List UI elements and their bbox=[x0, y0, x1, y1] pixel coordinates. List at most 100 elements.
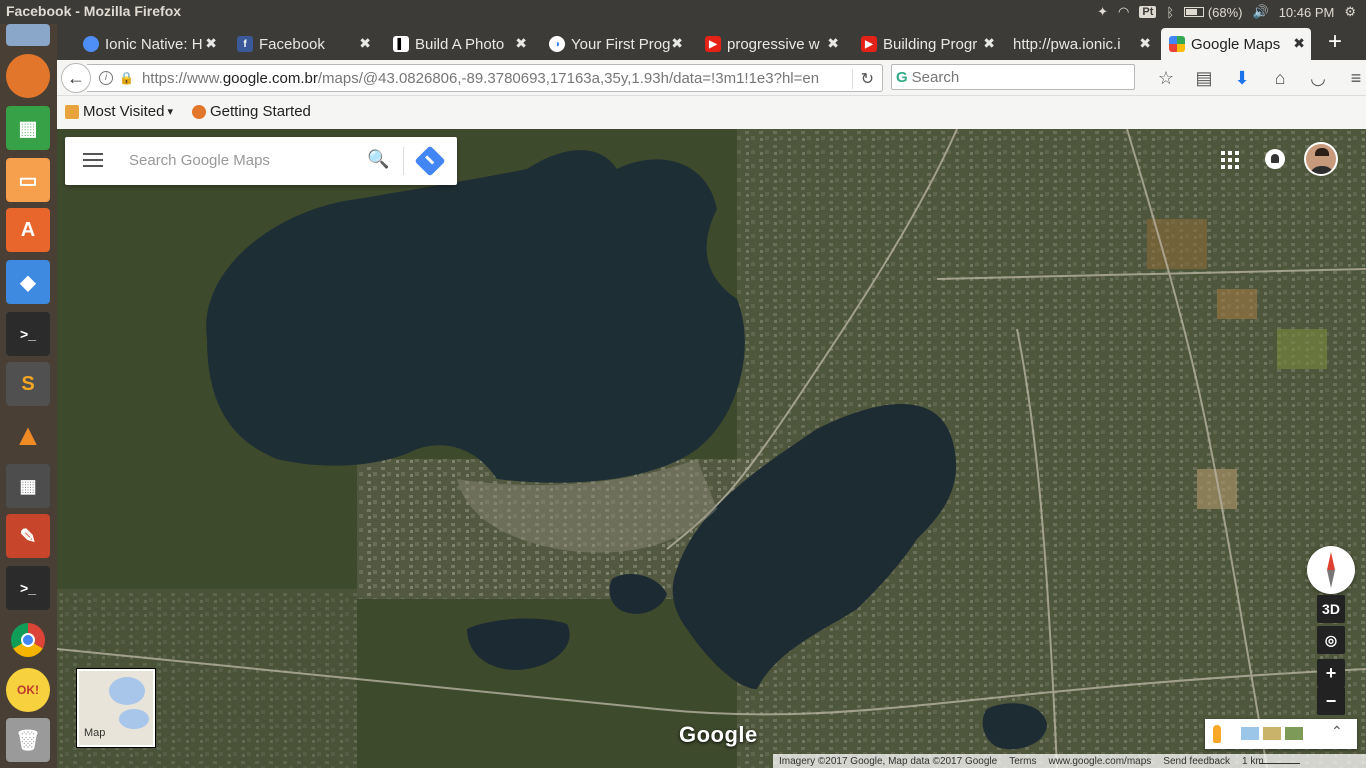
google-dev-icon: ◑ bbox=[549, 36, 565, 52]
close-icon[interactable]: ✖ bbox=[827, 35, 839, 52]
site-link[interactable]: www.google.com/maps bbox=[1048, 756, 1151, 767]
bookmark-star-icon[interactable]: ☆ bbox=[1147, 66, 1185, 90]
firefox-icon[interactable] bbox=[6, 54, 50, 98]
youtube-icon: ▶ bbox=[861, 36, 877, 52]
dropbox-tray-icon[interactable]: ✦ bbox=[1097, 4, 1108, 20]
google-maps-icon bbox=[1169, 36, 1185, 52]
trash-icon[interactable]: 🗑 bbox=[6, 718, 50, 762]
layer-thumbnail[interactable] bbox=[1285, 727, 1303, 740]
google-logo: Google bbox=[679, 722, 758, 747]
reading-list-icon[interactable]: ▤ bbox=[1185, 66, 1223, 90]
youtube-icon: ▶ bbox=[705, 36, 721, 52]
volume-icon[interactable]: 🔊 bbox=[1253, 4, 1269, 20]
my-location-button[interactable]: ◎ bbox=[1317, 626, 1345, 654]
info-icon[interactable]: i bbox=[99, 71, 113, 85]
bookmark-label: Most Visited bbox=[83, 103, 165, 120]
tab-ionic-native[interactable]: Ionic Native: H ✖ bbox=[75, 28, 223, 60]
tab-building-progr[interactable]: ▶ Building Progr ✖ bbox=[853, 28, 1001, 60]
dropbox-icon[interactable]: ◆ bbox=[6, 260, 50, 304]
scale-label: 1 km bbox=[1242, 755, 1264, 767]
close-icon[interactable]: ✖ bbox=[205, 35, 217, 52]
tab-bar: Ionic Native: H ✖ f Facebook ✖ ▌ Build A… bbox=[57, 24, 1366, 60]
tab-build-a-photo[interactable]: ▌ Build A Photo ✖ bbox=[385, 28, 533, 60]
send-feedback-link[interactable]: Send feedback bbox=[1163, 756, 1230, 767]
compass-icon[interactable] bbox=[1307, 546, 1355, 594]
notifications-bell-icon[interactable] bbox=[1265, 149, 1285, 169]
download-icon[interactable]: ⬇ bbox=[1223, 66, 1261, 90]
close-icon[interactable]: ✖ bbox=[359, 35, 371, 52]
close-icon[interactable]: ✖ bbox=[1293, 35, 1305, 52]
pegman-icon[interactable] bbox=[1213, 725, 1221, 743]
zoom-out-button[interactable]: − bbox=[1317, 687, 1345, 715]
unity-launcher: ▦ ▭ A ◆ >_ S ▲ ▦ ✎ >_ OK! 🗑 bbox=[0, 24, 57, 768]
bluetooth-icon[interactable]: ᛒ bbox=[1166, 5, 1174, 20]
minimap-lake bbox=[119, 709, 149, 729]
pocket-icon[interactable]: ◡ bbox=[1299, 66, 1337, 90]
hamburger-menu-icon[interactable] bbox=[83, 153, 103, 171]
back-button[interactable]: ← bbox=[61, 63, 91, 93]
software-center-icon[interactable]: A bbox=[6, 208, 50, 252]
keyboard-layout-indicator[interactable]: Pt bbox=[1139, 6, 1157, 18]
files-icon[interactable] bbox=[6, 24, 50, 46]
chrome-icon[interactable] bbox=[6, 618, 50, 662]
url-bar[interactable]: i 🔒 https://www.google.com.br/maps/@43.0… bbox=[87, 64, 883, 92]
facebook-icon: f bbox=[237, 36, 253, 52]
url-text[interactable]: https://www.google.com.br/maps/@43.08268… bbox=[142, 70, 842, 87]
wifi-icon[interactable]: ◠ bbox=[1118, 4, 1129, 20]
impress-icon[interactable]: ▭ bbox=[6, 158, 50, 202]
firefox-icon bbox=[192, 104, 206, 119]
new-tab-button[interactable]: + bbox=[1321, 28, 1349, 56]
close-icon[interactable]: ✖ bbox=[515, 35, 527, 52]
clock[interactable]: 10:46 PM bbox=[1279, 5, 1335, 20]
map-view-toggle[interactable]: Map bbox=[76, 668, 156, 748]
close-icon[interactable]: ✖ bbox=[671, 35, 683, 52]
scale-line bbox=[1260, 762, 1301, 764]
tab-progressive-w[interactable]: ▶ progressive w ✖ bbox=[697, 28, 845, 60]
avatar[interactable] bbox=[1304, 142, 1338, 176]
url-prefix: https://www. bbox=[141, 69, 223, 87]
3d-toggle-button[interactable]: 3D bbox=[1317, 595, 1345, 623]
hamburger-menu-icon[interactable]: ≡ bbox=[1337, 66, 1366, 90]
maps-search-box[interactable]: Search Google Maps 🔍 bbox=[65, 137, 457, 185]
battery-percent: (68%) bbox=[1207, 4, 1243, 20]
terminal2-icon[interactable]: >_ bbox=[6, 566, 50, 610]
bookmarks-toolbar: Most Visited ▾ Getting Started bbox=[57, 96, 1366, 129]
scale-bar[interactable]: 1 km bbox=[1242, 755, 1301, 767]
close-icon[interactable]: ✖ bbox=[983, 35, 995, 52]
chevron-up-icon[interactable]: ⌃ bbox=[1331, 723, 1343, 740]
tab-label: http://pwa.ionic.i bbox=[1013, 35, 1121, 53]
zoom-in-button[interactable]: + bbox=[1317, 659, 1345, 687]
medium-icon: ▌ bbox=[393, 36, 409, 52]
battery-icon bbox=[1184, 6, 1205, 17]
bookmark-most-visited[interactable]: Most Visited ▾ bbox=[65, 103, 173, 120]
terms-link[interactable]: Terms bbox=[1009, 756, 1036, 767]
battery-indicator[interactable]: (68%) bbox=[1184, 4, 1243, 20]
apps-grid-icon[interactable] bbox=[1221, 151, 1239, 169]
tab-pwa-ionic[interactable]: http://pwa.ionic.i ✖ bbox=[1009, 28, 1157, 60]
navigation-bar: i 🔒 https://www.google.com.br/maps/@43.0… bbox=[57, 60, 1366, 96]
satellite-map[interactable]: Search Google Maps 🔍 3D ◎ + − Map Google… bbox=[57, 129, 1366, 768]
tab-your-first-prog[interactable]: ◑ Your First Prog ✖ bbox=[541, 28, 689, 60]
layer-thumbnail[interactable] bbox=[1241, 727, 1259, 740]
vlc-icon[interactable]: ▲ bbox=[6, 414, 50, 458]
reload-icon[interactable]: ↻ bbox=[851, 69, 874, 89]
close-icon[interactable]: ✖ bbox=[1139, 35, 1151, 52]
home-icon[interactable]: ⌂ bbox=[1261, 66, 1299, 90]
settings-icon[interactable]: ✎ bbox=[6, 514, 50, 558]
calculator-icon[interactable]: ▦ bbox=[6, 464, 50, 508]
directions-icon[interactable] bbox=[414, 145, 446, 177]
terminal-icon[interactable]: >_ bbox=[6, 312, 50, 356]
search-bar[interactable]: G Search bbox=[891, 64, 1135, 90]
layer-thumbnail[interactable] bbox=[1263, 727, 1281, 740]
sublime-icon[interactable]: S bbox=[6, 362, 50, 406]
search-icon[interactable]: 🔍 bbox=[367, 149, 389, 170]
toolbar-icons: ☆ ▤ ⬇ ⌂ ◡ ≡ bbox=[1147, 66, 1366, 90]
tab-facebook[interactable]: f Facebook ✖ bbox=[229, 28, 377, 60]
maps-search-input[interactable]: Search Google Maps bbox=[129, 152, 270, 169]
bookmark-getting-started[interactable]: Getting Started bbox=[192, 103, 311, 120]
search-engine-icon[interactable]: G bbox=[896, 69, 908, 86]
calc-icon[interactable]: ▦ bbox=[6, 106, 50, 150]
tab-google-maps[interactable]: Google Maps ✖ bbox=[1161, 28, 1311, 60]
gear-icon[interactable]: ⚙ bbox=[1344, 4, 1356, 20]
ok-icon[interactable]: OK! bbox=[6, 668, 50, 712]
